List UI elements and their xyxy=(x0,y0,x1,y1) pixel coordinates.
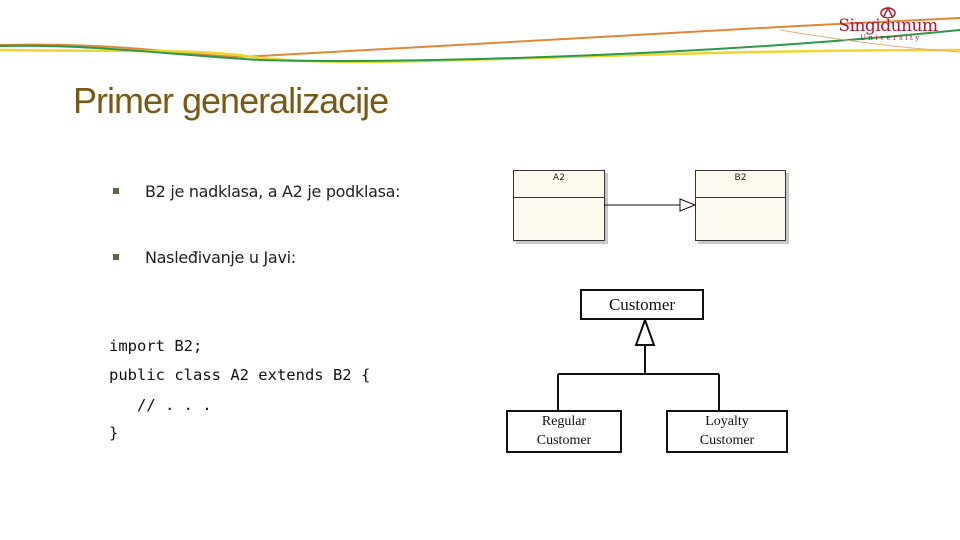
header-swoosh-decoration xyxy=(0,17,960,64)
university-logo: Singidunum University xyxy=(838,6,938,46)
uml-class-name: Customer xyxy=(608,295,676,314)
uml-class-b2: B2 xyxy=(695,170,786,241)
uml-class-name-line1: Loyalty xyxy=(705,414,749,429)
uml-class-customer: Customer xyxy=(580,289,704,320)
uml-class-name-line2: Customer xyxy=(699,433,755,448)
swoosh-green-line xyxy=(0,29,960,62)
uml-class-a2: A2 xyxy=(513,170,605,241)
bullet-icon xyxy=(113,254,119,260)
logo-name: Singidunum xyxy=(838,16,938,36)
uml-class-name-line2: Customer xyxy=(536,433,592,448)
bullet-text-inheritance: Nasleđivanje u Javi: xyxy=(145,248,296,267)
slide-title: Primer generalizacije xyxy=(73,80,389,121)
code-line: // . . . xyxy=(109,396,212,414)
code-line: } xyxy=(109,424,119,442)
code-line: import B2; xyxy=(109,337,203,355)
uml-class-name: B2 xyxy=(696,171,785,198)
generalization-tree xyxy=(557,318,720,412)
uml-class-name-line1: Regular xyxy=(541,414,587,429)
uml-class-loyalty-customer: Loyalty Customer xyxy=(666,410,788,453)
bullet-text-superclass: B2 je nadklasa, a A2 je podklasa: xyxy=(145,182,401,201)
code-line: public class A2 extends B2 { xyxy=(109,366,371,384)
generalization-arrow xyxy=(604,198,697,212)
uml-class-name: A2 xyxy=(514,171,604,198)
inheritance-triangle-icon xyxy=(634,318,656,346)
bullet-icon xyxy=(113,188,119,194)
arrow-triangle-icon xyxy=(679,198,697,212)
uml-class-regular-customer: Regular Customer xyxy=(506,410,622,453)
